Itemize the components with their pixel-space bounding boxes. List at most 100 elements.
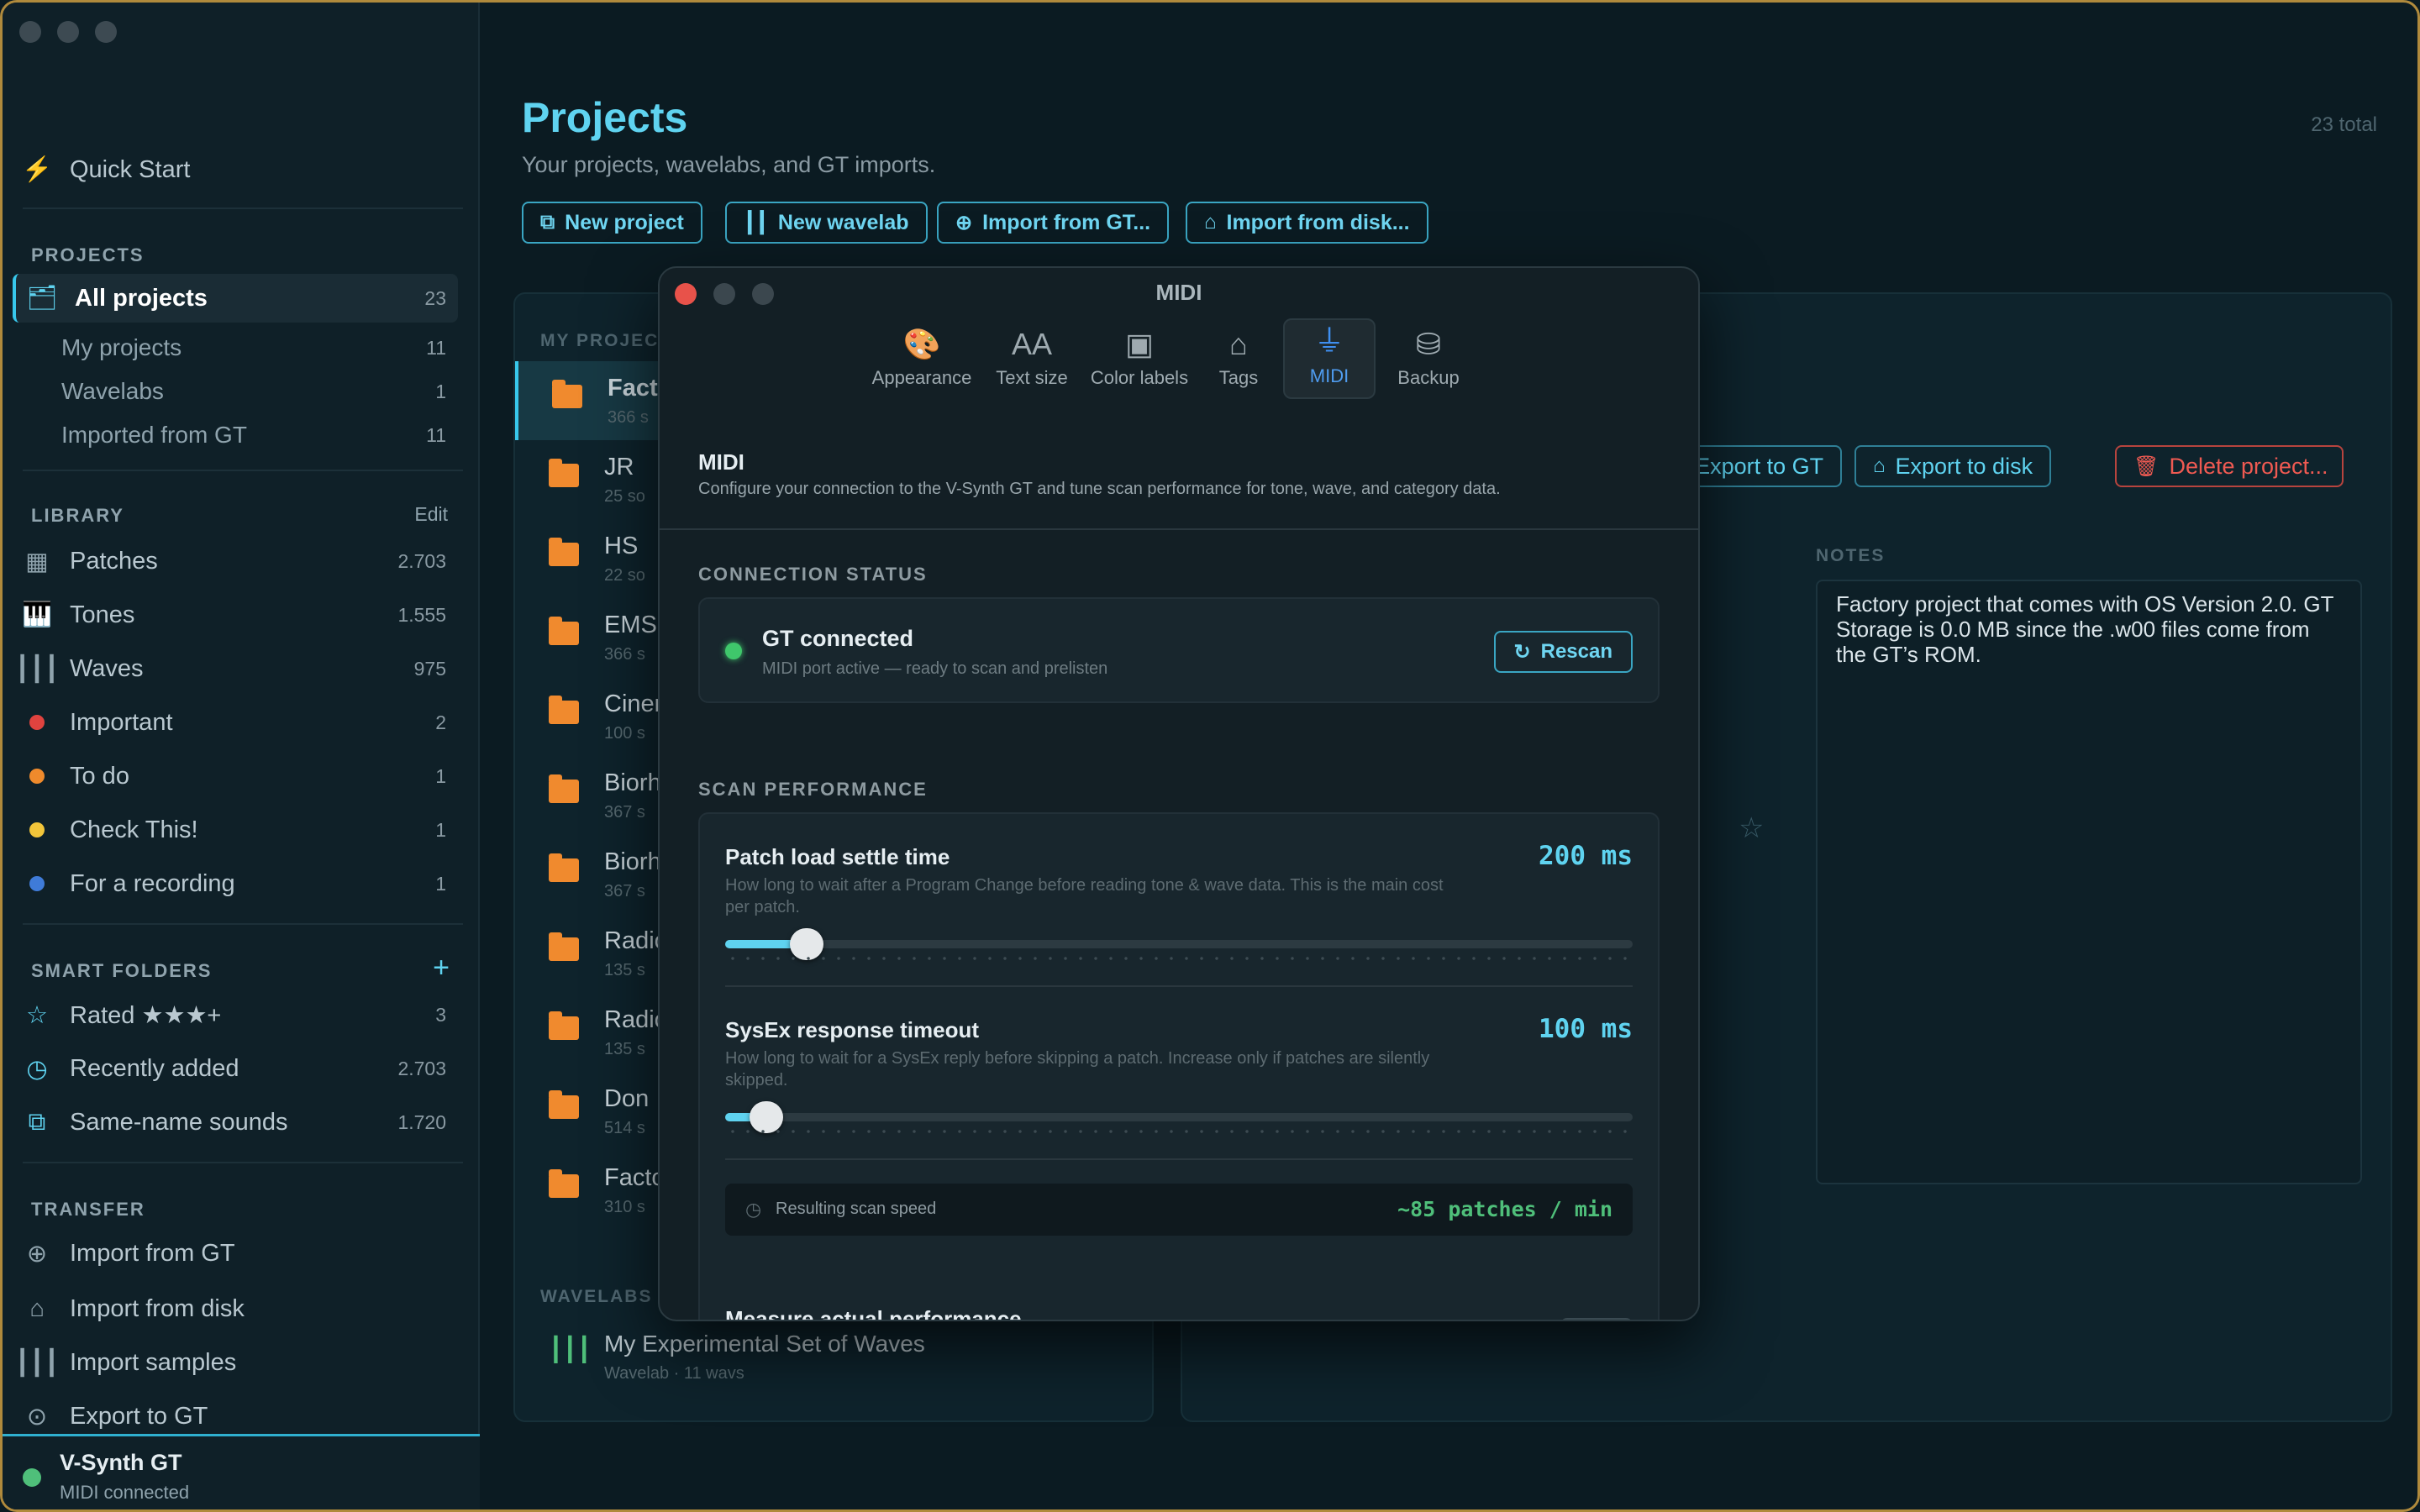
rescan-button[interactable]: ↻ Rescan: [1493, 631, 1633, 673]
sidebar-item-all-projects[interactable]: 🗂 All projects 23: [13, 274, 458, 323]
sidebar-item-my-projects[interactable]: My projects 11: [61, 327, 458, 369]
download-circle-icon: ⊕: [26, 1240, 48, 1268]
new-wavelab-button[interactable]: ┃┃ New wavelab: [725, 202, 928, 244]
sysex-timeout-slider-knob[interactable]: [749, 1101, 783, 1133]
sidebar-item-import-samples[interactable]: ┃┃┃ Import samples: [14, 1338, 458, 1387]
sidebar-item-important[interactable]: Important 2: [23, 698, 458, 747]
add-smart-folder-button[interactable]: +: [433, 952, 450, 984]
sidebar-item-patches[interactable]: ▦ Patches 2.703: [23, 537, 458, 585]
wavelab-name: My Experimental Set of Waves: [604, 1331, 925, 1357]
import-from-gt-label: Import from GT: [70, 1239, 235, 1267]
tab-text-size[interactable]: AA Text size: [986, 318, 1078, 399]
sidebar-item-wavelabs[interactable]: Wavelabs 1: [61, 370, 458, 412]
sysex-timeout-slider[interactable]: [725, 1101, 1633, 1133]
yellow-label-dot-icon: [23, 816, 51, 844]
export-to-disk-button[interactable]: ⌂ Export to disk: [1854, 445, 2052, 487]
import-from-gt-button[interactable]: ⊕ Import from GT...: [937, 202, 1170, 244]
rated-count: 3: [435, 1003, 446, 1026]
all-projects-label: All projects: [75, 284, 208, 312]
quick-start-label: Quick Start: [70, 155, 191, 183]
disk-tray-icon: ⌂: [29, 1294, 45, 1322]
tab-midi[interactable]: ⏚ MIDI: [1283, 318, 1376, 399]
project-name: Ciner: [604, 690, 663, 717]
sidebar-item-import-from-disk[interactable]: ⌂ Import from disk: [23, 1284, 458, 1333]
measure-button[interactable]: [1560, 1318, 1633, 1320]
scan-speed-box: ◷ Resulting scan speed ~85 patches / min: [725, 1184, 1633, 1236]
folder-icon: [549, 1090, 579, 1119]
sidebar-item-check-this[interactable]: Check This! 1: [23, 806, 458, 854]
project-meta: 25 so: [604, 487, 645, 506]
tab-appearance[interactable]: 🎨 Appearance: [865, 318, 979, 399]
tab-backup[interactable]: ⛁ Backup: [1382, 318, 1475, 399]
important-label: Important: [70, 708, 173, 736]
text-size-icon: AA: [1011, 327, 1053, 361]
connection-detail: MIDI port active — ready to scan and pre…: [762, 659, 1108, 678]
projects-header: PROJECTS: [31, 244, 145, 265]
export-to-gt-label: Export to GT: [1695, 453, 1824, 479]
import-from-disk-button[interactable]: ⌂ Import from disk...: [1186, 202, 1428, 244]
upload-circle-icon: ⊙: [26, 1403, 48, 1431]
settle-time-slider-knob[interactable]: [790, 928, 824, 960]
window-close-button[interactable]: [19, 21, 41, 43]
folder-icon: [552, 380, 582, 408]
tones-label: Tones: [70, 601, 135, 628]
sidebar-item-rated[interactable]: ☆ Rated ★★★+ 3: [23, 990, 458, 1039]
project-meta: 310 s: [604, 1198, 645, 1216]
scan-performance-header: SCAN PERFORMANCE: [698, 779, 928, 800]
waveform-icon: ┃┃┃: [14, 1349, 60, 1377]
rating-star-icon[interactable]: ☆: [1739, 811, 1764, 845]
divider: [23, 470, 463, 471]
sidebar-item-for-a-recording[interactable]: For a recording 1: [23, 859, 458, 908]
sysex-timeout-value: 100 ms: [1539, 1014, 1633, 1044]
sidebar-quick-start[interactable]: ⚡ Quick Start: [21, 145, 458, 194]
sidebar-item-imported[interactable]: Imported from GT 11: [61, 414, 458, 456]
lightning-icon: ⚡: [21, 156, 53, 183]
export-to-disk-label: Export to disk: [1895, 453, 2033, 479]
trash-icon: 🗑: [2133, 454, 2160, 478]
section-description: Configure your connection to the V-Synth…: [698, 480, 1501, 498]
orange-label-dot-icon: [23, 762, 51, 790]
window-minimize-button[interactable]: [57, 21, 79, 43]
import-from-disk-label: Import from disk: [70, 1294, 245, 1322]
import-samples-label: Import samples: [70, 1348, 237, 1376]
project-name: Facto: [604, 1164, 666, 1191]
tab-tags[interactable]: ⌂ Tags: [1201, 318, 1276, 399]
connected-dot-icon: [725, 643, 742, 659]
tab-color-labels[interactable]: ▣ Color labels: [1085, 318, 1194, 399]
new-project-button[interactable]: ⧉ New project: [522, 202, 702, 244]
refresh-icon: ↻: [1513, 640, 1531, 664]
wavelabs-header: WAVELABS: [540, 1287, 653, 1306]
project-name: EMS: [604, 612, 657, 638]
settle-time-slider[interactable]: [725, 928, 1633, 960]
check-this-count: 1: [435, 818, 446, 841]
recently-added-count: 2.703: [397, 1057, 446, 1079]
project-meta: 367 s: [604, 803, 645, 822]
library-edit-button[interactable]: Edit: [414, 503, 448, 526]
page-title: Projects: [522, 94, 688, 141]
clock-icon: ◷: [745, 1199, 762, 1220]
import-from-gt-label: Import from GT...: [982, 210, 1151, 234]
wavelab-row[interactable]: ┃┃┃ My Experimental Set of Waves Wavelab…: [515, 1320, 1152, 1396]
delete-project-button[interactable]: 🗑 Delete project...: [2115, 445, 2344, 487]
device-status-bar[interactable]: V-Synth GT MIDI connected: [3, 1434, 480, 1509]
sidebar-item-same-name[interactable]: ⧉ Same-name sounds 1.720: [23, 1098, 458, 1147]
sidebar-item-tones[interactable]: 🎹 Tones 1.555: [22, 591, 458, 639]
folder-icon: [549, 853, 579, 882]
new-wavelab-label: New wavelab: [777, 210, 909, 234]
sidebar-item-to-do[interactable]: To do 1: [23, 752, 458, 801]
same-name-label: Same-name sounds: [70, 1108, 288, 1136]
tones-count: 1.555: [397, 603, 446, 626]
sidebar-item-import-from-gt[interactable]: ⊕ Import from GT: [23, 1229, 458, 1278]
notes-label: NOTES: [1816, 546, 1886, 565]
window-zoom-button[interactable]: [95, 21, 117, 43]
waves-count: 975: [413, 657, 446, 680]
divider: [660, 528, 1698, 530]
folder-icon: [549, 1011, 579, 1040]
tab-text-size-label: Text size: [996, 367, 1068, 388]
notes-textarea[interactable]: Factory project that comes with OS Versi…: [1816, 580, 2362, 1184]
sidebar-item-recently-added[interactable]: ◷ Recently added 2.703: [23, 1044, 458, 1093]
wavelabs-label: Wavelabs: [61, 378, 164, 404]
for-a-recording-count: 1: [435, 872, 446, 895]
for-a-recording-label: For a recording: [70, 869, 235, 897]
sidebar-item-waves[interactable]: ┃┃┃ Waves 975: [15, 644, 458, 693]
